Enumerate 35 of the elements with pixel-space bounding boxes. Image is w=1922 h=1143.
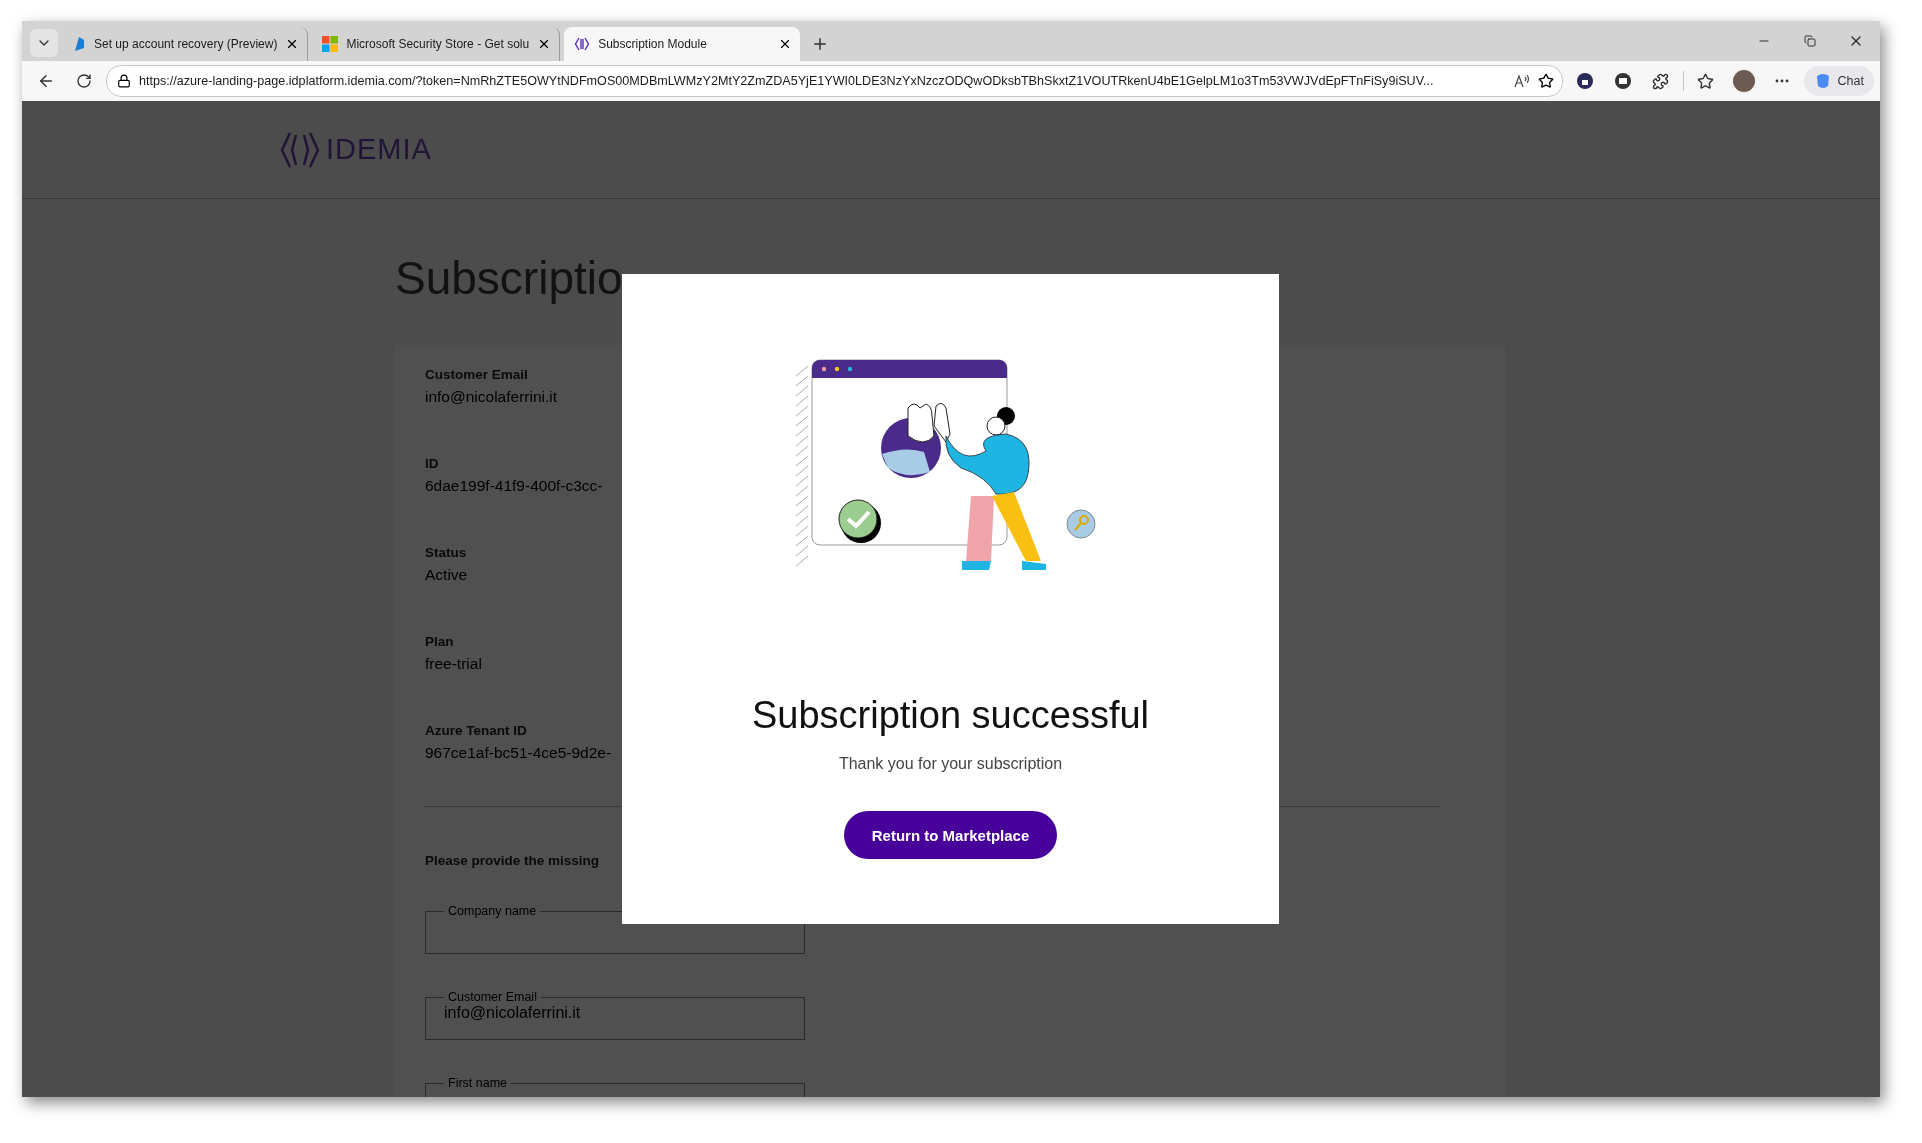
field-label: Plan — [425, 634, 454, 649]
favicon-icon — [72, 36, 86, 52]
field-value: info@nicolaferrini.it — [425, 388, 558, 406]
more-icon — [1774, 79, 1789, 83]
favorite-star-icon[interactable] — [1537, 73, 1554, 89]
favicon-icon — [322, 36, 339, 52]
field-label: Customer Email — [425, 367, 528, 382]
browser-tab[interactable]: Subscription Module — [564, 27, 801, 61]
field-value: Active — [425, 566, 468, 584]
field-value: free-trial — [425, 655, 482, 673]
form-prompt: Please provide the missing — [425, 853, 600, 868]
return-button[interactable]: Return to Marketplace — [843, 811, 1058, 859]
url-text: https://azure-landing-page.idplatform.idemia.com/?token=NmRhZTE5OWYtNDFmOS00MDBmLWMzY2MtY2ZmZDA5YjE1YWI0LDE3NzYxNzczODQwODksbTBhSkxtZ1VOUTRkenU4bE1GelpLM1o3Tm53VWJVdEpFTnFiSy9iSUV... — [139, 74, 1435, 88]
chat-button[interactable]: Chat — [1803, 66, 1874, 96]
tab-title: Microsoft Security Store - Get solu — [346, 37, 530, 51]
address-bar[interactable]: https://azure-landing-page.idplatform.idemia.com/?token=NmRhZTE5OWYtNDFmOS00MDBmLWMzY2MtY2ZmZDA5YjE1YWI0LDE3NzYxNzczODQwODksbTBhSkxtZ1VOUTRkenU4bE1GelpLM1o3Tm53VWJVdEpFTnFiSy9iSUV... — [106, 65, 1563, 97]
field-label: ID — [425, 456, 439, 471]
lock-icon — [117, 74, 131, 88]
field-label: Status — [425, 545, 467, 560]
tab-title: Set up account recovery (Preview) — [94, 37, 278, 51]
restore-icon — [1804, 35, 1816, 47]
avatar-icon — [1732, 70, 1755, 92]
dialog-title: Subscription successful — [751, 694, 1150, 737]
favicon-icon — [574, 36, 591, 52]
field-label: Azure Tenant ID — [425, 723, 527, 738]
logo-text: IDEMIA — [326, 133, 432, 166]
read-aloud-icon[interactable] — [1513, 74, 1530, 88]
dialog-message: Thank you for your subscription — [838, 755, 1063, 773]
tab-title: Subscription Module — [598, 37, 708, 51]
page-title: Subscriptio — [395, 251, 624, 305]
field-value: 6dae199f-41f9-400f-c3cc- — [425, 477, 603, 495]
favorites-icon — [1697, 72, 1715, 90]
field-value: 967ce1af-bc51-4ce5-9d2e- — [425, 744, 612, 762]
puzzle-icon — [1652, 72, 1670, 90]
refresh-icon — [76, 73, 92, 89]
